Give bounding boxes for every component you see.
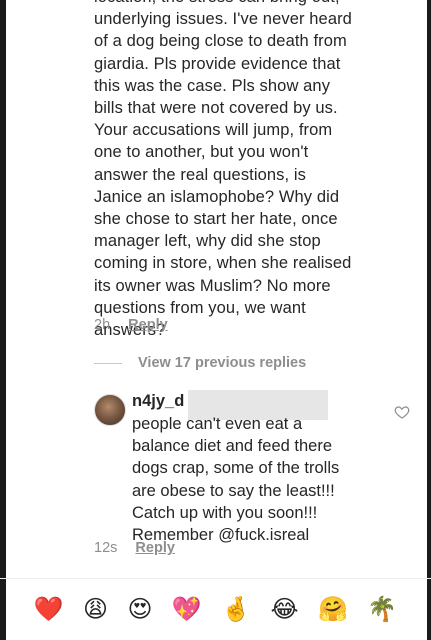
tears-of-joy-icon[interactable]: 😂 [271,595,299,625]
weary-face-icon[interactable]: 😩 [83,595,108,625]
screen-edge-right [427,0,431,640]
crossed-fingers-icon[interactable]: 🤞 [221,595,251,625]
emoji-quick-reaction-bar: ❤️ 😩 😍 💖 🤞 😂 🤗 🌴 [0,578,431,640]
hugging-face-icon[interactable]: 🤗 [318,595,348,625]
sparkling-heart-icon[interactable]: 💖 [172,595,202,625]
screen-edge-left [0,0,6,640]
heart-eyes-icon[interactable]: 😍 [127,595,152,625]
comment-reply-button[interactable]: Reply [128,317,168,333]
reply-text: people can't even eat a balance diet and… [132,415,340,545]
red-heart-icon[interactable]: ❤️ [34,595,64,625]
like-heart-icon[interactable] [394,404,410,420]
comment-meta: 2h Reply [94,317,168,333]
palm-tree-icon[interactable]: 🌴 [367,595,397,625]
view-replies-label[interactable]: View 17 previous replies [138,355,306,371]
comment-text: location, the stress can bring out, unde… [94,0,352,340]
avatar[interactable] [94,394,126,426]
reply-reply-button[interactable]: Reply [135,540,175,556]
reply-timestamp: 12s [94,540,118,556]
reply-comment: n4jy_d people can't even eat a balance d… [132,392,392,546]
comment-timestamp: 2h [94,317,111,333]
reply-meta: 12s Reply [94,540,175,556]
reply-username[interactable]: n4jy_d [132,392,184,411]
replies-divider-line [94,362,122,364]
view-previous-replies[interactable]: View 17 previous replies [94,355,306,371]
